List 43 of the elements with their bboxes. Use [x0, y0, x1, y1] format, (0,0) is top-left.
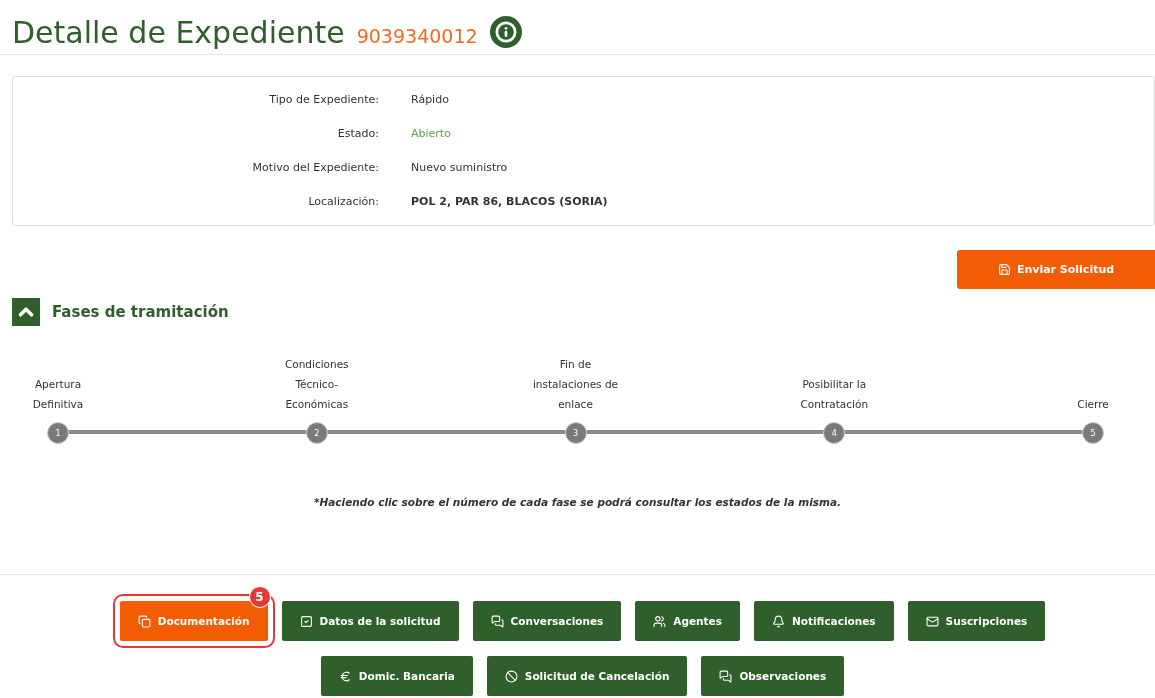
- field-label: Estado:: [336, 126, 379, 142]
- file-number: 9039340012: [356, 25, 478, 47]
- action-button[interactable]: Observaciones: [701, 656, 845, 696]
- copy-icon: [137, 614, 151, 628]
- field-label: Tipo de Expediente:: [268, 92, 379, 108]
- users-icon: [653, 614, 667, 628]
- count-badge: 5: [248, 586, 271, 608]
- phase-dot[interactable]: 3: [564, 422, 587, 444]
- action-button[interactable]: Conversaciones: [472, 601, 622, 641]
- mail-icon: [925, 614, 939, 628]
- field-label: Localización:: [307, 194, 379, 210]
- phase-note: *Haciendo clic sobre el número de cada fase se podrá consultar los estados de la misma.: [0, 496, 1155, 575]
- action-button[interactable]: Solicitud de Cancelación: [486, 656, 688, 696]
- save-icon: [997, 263, 1011, 276]
- field-value: Nuevo suministro: [411, 160, 509, 176]
- phase-label: Apertura Definitiva: [31, 377, 85, 412]
- euro-icon: [338, 669, 352, 683]
- phase-label: Posibilitar la Contratación: [799, 377, 870, 412]
- phase-dot[interactable]: 4: [823, 422, 846, 444]
- field-value: Abierto: [411, 126, 452, 142]
- checkbox-icon: [299, 614, 313, 628]
- action-button[interactable]: Domic. Bancaria: [320, 656, 473, 696]
- phase-dot[interactable]: 5: [1082, 422, 1104, 444]
- phase-label: Condiciones Técnico-Económicas: [283, 357, 350, 412]
- ban-icon: [504, 669, 518, 683]
- chat-icon: [490, 614, 504, 628]
- phase-label: Fin de instalaciones de enlace: [531, 357, 620, 412]
- bell-icon: [772, 614, 785, 628]
- action-button[interactable]: Agentes: [635, 601, 740, 641]
- action-button[interactable]: Notificaciones: [754, 601, 894, 641]
- field-value: Rápido: [411, 92, 450, 108]
- action-button[interactable]: Datos de la solicitud: [281, 601, 459, 641]
- field-label: Motivo del Expediente:: [251, 160, 379, 176]
- section-title: Fases de tramitación: [52, 303, 229, 321]
- field-value: POL 2, PAR 86, BLACOS (SORIA): [411, 194, 609, 210]
- action-button[interactable]: Suscripciones: [907, 601, 1046, 641]
- phase-dot[interactable]: 2: [305, 422, 328, 444]
- info-icon[interactable]: [489, 16, 522, 48]
- collapse-toggle[interactable]: [12, 298, 40, 326]
- phase-label: Cierre: [1076, 397, 1110, 412]
- chat-icon: [719, 669, 733, 683]
- page-title: Detalle de Expediente: [12, 14, 345, 50]
- phase-dot[interactable]: 1: [47, 422, 69, 444]
